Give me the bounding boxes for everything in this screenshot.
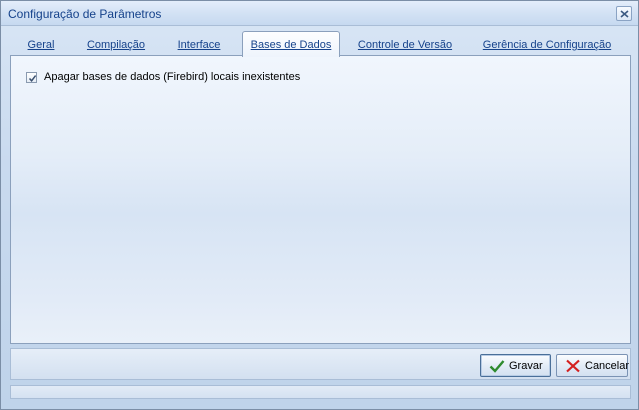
cancel-button-label: Cancelar [585, 360, 630, 372]
tab-label: Geral [27, 39, 55, 51]
window-title: Configuração de Parâmetros [8, 7, 162, 21]
close-button[interactable] [616, 6, 632, 21]
save-button-label: Gravar [509, 360, 543, 372]
tab-label: Gerência de Configuração [482, 39, 612, 51]
tab-panel-bases-de-dados: Apagar bases de dados (Firebird) locais … [10, 55, 631, 344]
tab-bar: Geral Compilação Interface Bases de Dado… [10, 31, 631, 57]
status-bar [10, 385, 631, 399]
drop-local-db-checkbox[interactable] [26, 72, 37, 83]
tab-compilacao[interactable]: Compilação [76, 36, 156, 56]
title-bar[interactable]: Configuração de Parâmetros [1, 1, 638, 26]
save-button[interactable]: Gravar [480, 354, 551, 377]
tab-label: Interface [177, 39, 221, 51]
tab-controle-de-versao[interactable]: Controle de Versão [350, 36, 460, 56]
tab-geral[interactable]: Geral [16, 36, 66, 56]
cancel-button[interactable]: Cancelar [556, 354, 630, 377]
tab-bases-de-dados[interactable]: Bases de Dados [242, 31, 340, 57]
config-dialog: Configuração de Parâmetros Geral Compila… [0, 0, 639, 410]
checkmark-icon [489, 360, 505, 373]
x-icon [566, 359, 580, 373]
tab-label: Bases de Dados [250, 39, 332, 51]
button-bar: Gravar Cancelar [10, 348, 631, 380]
close-icon [620, 10, 629, 18]
checkmark-icon [28, 75, 37, 82]
tab-gerencia-de-configuracao[interactable]: Gerência de Configuração [474, 36, 620, 56]
tab-label: Compilação [86, 39, 146, 51]
drop-local-db-label: Apagar bases de dados (Firebird) locais … [44, 71, 301, 83]
dialog-body: Geral Compilação Interface Bases de Dado… [7, 30, 632, 400]
tab-interface[interactable]: Interface [166, 36, 232, 56]
tab-label: Controle de Versão [357, 39, 453, 51]
